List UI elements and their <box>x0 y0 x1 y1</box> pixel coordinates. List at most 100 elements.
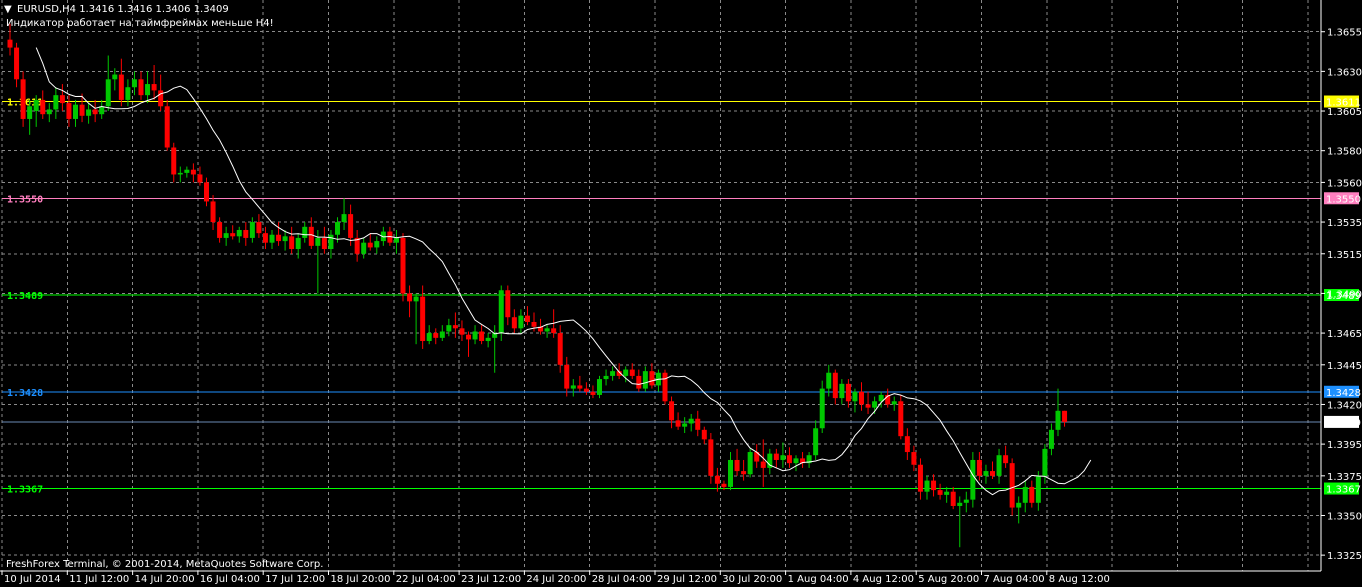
candle-body-115 <box>760 461 766 468</box>
candle-128 <box>845 379 851 408</box>
candle-body-86 <box>570 385 576 389</box>
candle-150 <box>990 461 995 480</box>
candle-body-38 <box>256 222 262 234</box>
candle-body-33 <box>223 233 229 238</box>
candle-12 <box>86 103 92 124</box>
candle-body-30 <box>204 182 209 202</box>
candle-21 <box>145 71 151 104</box>
candle-28 <box>190 163 196 183</box>
candle-149 <box>983 464 989 484</box>
candle-18 <box>125 79 131 107</box>
candle-body-145 <box>957 502 963 506</box>
candlestick-chart[interactable]: 1.36111.36111.35501.35501.34891.34891.34… <box>0 0 1362 587</box>
candle-body-161 <box>1062 410 1068 422</box>
candle-body-69 <box>459 328 465 335</box>
candle-body-34 <box>230 233 236 237</box>
price-tick-label-9: 1.3445 <box>1327 361 1362 372</box>
candle-76 <box>505 285 511 326</box>
candle-body-73 <box>485 337 491 342</box>
candle-35 <box>236 226 242 243</box>
candle-142 <box>937 483 943 500</box>
candle-105 <box>695 410 701 437</box>
candle-33 <box>223 226 229 246</box>
price-tick-label-4: 1.3560 <box>1327 178 1362 189</box>
level-left-label-4: 1.3367 <box>7 485 43 496</box>
candle-93 <box>616 363 622 380</box>
copyright-text: FreshForex Terminal, © 2001-2014, MetaQu… <box>6 559 323 570</box>
candle-14 <box>99 99 105 119</box>
price-tick-label-6: 1.3515 <box>1327 250 1362 261</box>
candle-113 <box>747 448 753 478</box>
candle-25 <box>171 142 177 183</box>
candle-body-109 <box>721 483 727 487</box>
candle-body-42 <box>282 236 288 242</box>
candle-40 <box>269 229 275 250</box>
candle-body-12 <box>86 109 92 116</box>
candle-71 <box>472 325 478 345</box>
current-price-tag-text: 1.3409 <box>1326 418 1361 429</box>
candle-127 <box>839 379 845 405</box>
candle-104 <box>688 413 694 432</box>
candle-99 <box>655 369 661 392</box>
candle-body-75 <box>498 290 504 334</box>
price-tick-label-1: 1.3630 <box>1327 67 1362 78</box>
time-tick-label-7: 23 Jul 12:00 <box>461 574 521 585</box>
candle-body-37 <box>249 222 255 238</box>
candle-122 <box>806 452 812 468</box>
level-left-label-3: 1.3428 <box>7 388 43 399</box>
candle-body-65 <box>433 333 439 338</box>
candle-body-41 <box>276 234 282 242</box>
time-tick-label-6: 22 Jul 04:00 <box>396 574 456 585</box>
candle-140 <box>924 475 930 500</box>
support-resistance-levels: 1.36111.36111.35501.35501.34891.34891.34… <box>2 95 1361 496</box>
moving-average <box>35 47 1092 496</box>
candle-101 <box>669 396 675 429</box>
candle-body-142 <box>937 490 943 495</box>
price-tick-label-7: 1.3490 <box>1327 289 1362 300</box>
candle-79 <box>524 306 530 326</box>
candle-53 <box>354 229 360 262</box>
candle-100 <box>662 369 668 405</box>
candle-body-139 <box>917 464 923 492</box>
candle-131 <box>865 391 871 414</box>
candle-body-85 <box>564 364 570 389</box>
candle-body-87 <box>577 385 583 389</box>
candle-70 <box>466 331 471 357</box>
candle-body-155 <box>1022 486 1028 503</box>
price-tick-label-10: 1.3420 <box>1327 400 1362 411</box>
level-price-tag-text-1: 1.3550 <box>1326 194 1361 205</box>
time-tick-label-9: 28 Jul 04:00 <box>592 574 652 585</box>
candle-65 <box>433 328 439 345</box>
candle-91 <box>603 369 609 386</box>
candle-body-141 <box>931 480 937 491</box>
candle-body-10 <box>73 104 78 119</box>
candle-body-97 <box>642 371 648 389</box>
candle-body-89 <box>590 391 596 395</box>
candle-body-11 <box>79 104 85 116</box>
symbol-menu-icon[interactable]: ▼ <box>4 4 12 15</box>
candle-118 <box>780 442 786 468</box>
candle-body-52 <box>348 214 354 238</box>
candle-129 <box>852 388 858 413</box>
candle-119 <box>786 447 792 468</box>
candle-body-94 <box>623 369 629 376</box>
candle-body-23 <box>158 90 164 107</box>
candle-body-27 <box>184 169 190 173</box>
candle-body-98 <box>649 371 655 386</box>
candle-86 <box>570 379 576 397</box>
candle-body-50 <box>335 222 340 235</box>
candle-73 <box>485 333 491 348</box>
candle-body-22 <box>151 84 157 91</box>
time-tick-label-5: 18 Jul 20:00 <box>331 574 391 585</box>
candle-124 <box>819 380 825 434</box>
candle-body-71 <box>472 331 478 340</box>
time-tick-label-1: 11 Jul 12:00 <box>69 574 129 585</box>
candle-41 <box>276 222 282 246</box>
candle-body-107 <box>708 439 714 476</box>
candle-body-149 <box>983 471 989 476</box>
candle-body-137 <box>904 436 910 453</box>
candle-151 <box>996 448 1002 484</box>
candle-body-9 <box>66 103 72 119</box>
candle-body-70 <box>466 334 471 340</box>
indicator-note: Индикатор работает на таймфреймах меньше… <box>6 18 274 29</box>
